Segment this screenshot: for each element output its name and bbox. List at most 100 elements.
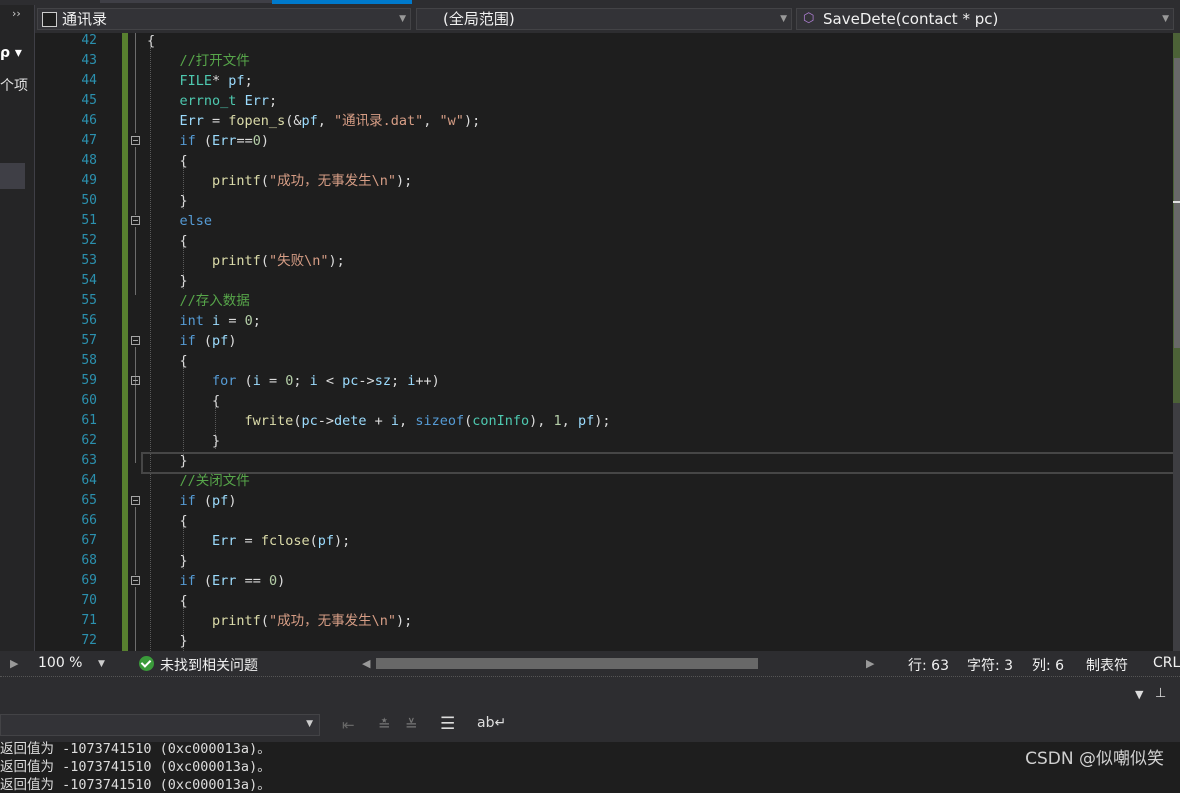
code-text[interactable]: //打开文件 — [147, 51, 250, 71]
code-line[interactable]: 66 { — [35, 511, 1173, 531]
chevron-down-icon[interactable]: ▼ — [399, 9, 406, 29]
code-line[interactable]: 69 if (Err == 0) — [35, 571, 1173, 591]
vertical-scrollbar[interactable] — [1173, 33, 1180, 651]
issues-status[interactable]: 未找到相关问题 — [160, 655, 258, 675]
code-text[interactable]: printf("成功，无事发生\n"); — [147, 171, 412, 191]
active-tab-indicator[interactable] — [272, 0, 412, 4]
previous-message-icon[interactable]: ≛ — [378, 716, 391, 734]
word-wrap-icon[interactable]: ab↵ — [477, 715, 506, 731]
code-text[interactable]: } — [147, 191, 188, 211]
code-line[interactable]: 49 printf("成功，无事发生\n"); — [35, 171, 1173, 191]
code-line[interactable]: 47 if (Err==0) — [35, 131, 1173, 151]
code-line[interactable]: 55 //存入数据 — [35, 291, 1173, 311]
code-line[interactable]: 54 } — [35, 271, 1173, 291]
code-text[interactable]: { — [147, 33, 155, 51]
code-text[interactable]: //存入数据 — [147, 291, 250, 311]
code-text[interactable]: Err = fclose(pf); — [147, 531, 350, 551]
code-line[interactable]: 60 { — [35, 391, 1173, 411]
code-line[interactable]: 61 fwrite(pc->dete + i, sizeof(conInfo),… — [35, 411, 1173, 431]
code-text[interactable]: { — [147, 591, 188, 611]
chevron-down-icon[interactable]: ▼ — [98, 659, 105, 669]
code-line[interactable]: 71 printf("成功，无事发生\n"); — [35, 611, 1173, 631]
code-line[interactable]: 48 { — [35, 151, 1173, 171]
zoom-level[interactable]: 100 % — [38, 655, 82, 671]
code-text[interactable]: { — [147, 151, 188, 171]
code-text[interactable]: fwrite(pc->dete + i, sizeof(conInfo), 1,… — [147, 411, 611, 431]
code-text[interactable]: FILE* pf; — [147, 71, 253, 91]
code-text[interactable]: } — [147, 551, 188, 571]
code-text[interactable]: for (i = 0; i < pc->sz; i++) — [147, 371, 440, 391]
code-line[interactable]: 50 } — [35, 191, 1173, 211]
code-text[interactable]: { — [147, 391, 220, 411]
code-line[interactable]: 62 } — [35, 431, 1173, 451]
code-line[interactable]: 64 //关闭文件 — [35, 471, 1173, 491]
code-text[interactable]: if (Err == 0) — [147, 571, 286, 591]
code-text[interactable]: if (Err==0) — [147, 131, 269, 151]
inactive-tab-indicator[interactable] — [100, 0, 272, 3]
code-text[interactable]: if (pf) — [147, 331, 237, 351]
pin-icon[interactable]: ⊥ — [1155, 686, 1166, 701]
code-text[interactable]: { — [147, 351, 188, 371]
code-text[interactable]: } — [147, 451, 188, 471]
collapse-icon[interactable] — [131, 576, 140, 585]
next-message-icon[interactable]: ≚ — [405, 716, 418, 734]
code-line[interactable]: 63 } — [35, 451, 1173, 471]
code-line[interactable]: 59 for (i = 0; i < pc->sz; i++) — [35, 371, 1173, 391]
code-line[interactable]: 58 { — [35, 351, 1173, 371]
code-text[interactable]: } — [147, 631, 188, 651]
code-text[interactable]: } — [147, 431, 220, 451]
code-text[interactable]: { — [147, 231, 188, 251]
code-text[interactable]: //关闭文件 — [147, 471, 250, 491]
line-ending-indicator[interactable]: CRLF — [1153, 655, 1180, 671]
code-text[interactable]: else — [147, 211, 213, 231]
collapse-icon[interactable] — [131, 376, 140, 385]
scroll-right-arrow-icon[interactable]: ▶ — [866, 657, 874, 670]
expand-chevron-icon[interactable]: ›› — [12, 7, 21, 20]
code-line[interactable]: 44 FILE* pf; — [35, 71, 1173, 91]
collapse-icon[interactable] — [131, 136, 140, 145]
project-dropdown[interactable]: 通讯录 ▼ — [37, 8, 411, 30]
code-text[interactable]: int i = 0; — [147, 311, 261, 331]
code-text[interactable]: { — [147, 511, 188, 531]
scrollbar-thumb[interactable] — [1174, 58, 1180, 348]
code-line[interactable]: 43 //打开文件 — [35, 51, 1173, 71]
dropdown-arrow-icon[interactable]: ▼ — [1135, 688, 1143, 701]
chevron-down-icon[interactable]: ▼ — [306, 719, 313, 729]
horizontal-scrollbar-thumb[interactable] — [376, 658, 758, 669]
code-text[interactable]: printf("成功，无事发生\n"); — [147, 611, 412, 631]
code-line[interactable]: 57 if (pf) — [35, 331, 1173, 351]
code-line[interactable]: 51 else — [35, 211, 1173, 231]
code-line[interactable]: 45 errno_t Err; — [35, 91, 1173, 111]
member-dropdown[interactable]: ⬡ SaveDete(contact * pc) ▼ — [796, 8, 1174, 30]
scroll-left-icon[interactable]: ▶ — [10, 657, 18, 670]
code-line[interactable]: 56 int i = 0; — [35, 311, 1173, 331]
chevron-down-icon[interactable]: ▼ — [1162, 9, 1169, 29]
code-line[interactable]: 53 printf("失败\n"); — [35, 251, 1173, 271]
code-line[interactable]: 72 } — [35, 631, 1173, 651]
code-line[interactable]: 67 Err = fclose(pf); — [35, 531, 1173, 551]
code-text[interactable]: Err = fopen_s(&pf, "通讯录.dat", "w"); — [147, 111, 481, 131]
code-line[interactable]: 42 { — [35, 33, 1173, 51]
scope-dropdown[interactable]: (全局范围) ▼ — [416, 8, 792, 30]
output-source-dropdown[interactable]: ▼ — [0, 714, 320, 736]
goto-source-icon[interactable]: ⇤ — [342, 716, 355, 734]
code-text[interactable]: printf("失败\n"); — [147, 251, 345, 271]
column-indicator[interactable]: 列: 6 — [1032, 655, 1064, 675]
scroll-left-arrow-icon[interactable]: ◀ — [362, 657, 370, 670]
selected-item-highlight[interactable] — [0, 163, 25, 189]
chevron-down-icon[interactable]: ▼ — [780, 9, 787, 29]
tabs-indicator[interactable]: 制表符 — [1086, 655, 1128, 675]
code-text[interactable]: if (pf) — [147, 491, 237, 511]
code-text[interactable]: } — [147, 271, 188, 291]
code-line[interactable]: 70 { — [35, 591, 1173, 611]
char-indicator[interactable]: 字符: 3 — [967, 655, 1013, 675]
code-line[interactable]: 46 Err = fopen_s(&pf, "通讯录.dat", "w"); — [35, 111, 1173, 131]
collapse-icon[interactable] — [131, 216, 140, 225]
code-line[interactable]: 68 } — [35, 551, 1173, 571]
collapse-icon[interactable] — [131, 336, 140, 345]
line-indicator[interactable]: 行: 63 — [908, 655, 949, 675]
code-line[interactable]: 52 { — [35, 231, 1173, 251]
clear-all-icon[interactable]: ☰ — [440, 714, 455, 734]
code-line[interactable]: 65 if (pf) — [35, 491, 1173, 511]
search-dropdown-icon[interactable]: ρ ▾ — [0, 45, 22, 61]
